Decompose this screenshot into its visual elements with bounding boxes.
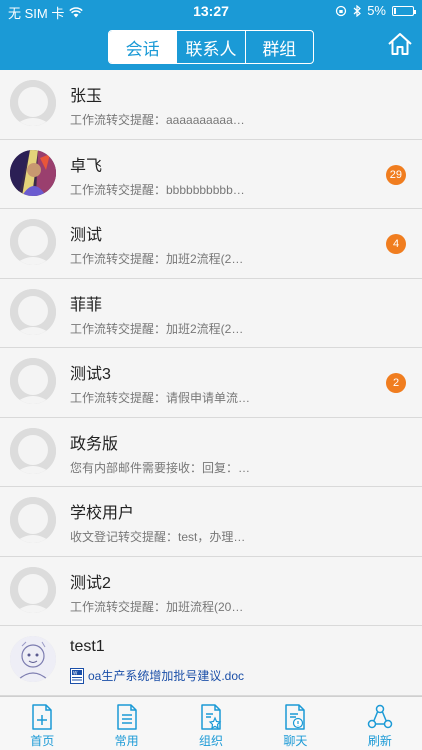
conversation-row[interactable]: 菲菲 工作流转交提醒：加班2流程(2… xyxy=(0,278,422,348)
contact-name: 测试3 xyxy=(70,366,111,383)
message-preview: 您有内部邮件需要接收：回复：… xyxy=(70,460,250,475)
segmented-control: 会话 联系人 群组 xyxy=(108,30,314,64)
attachment-filename: oa生产系统增加批号建议.doc xyxy=(88,669,245,683)
avatar-default-icon xyxy=(10,219,56,265)
contact-name: 学校用户 xyxy=(70,505,135,522)
contact-name: 测试2 xyxy=(70,574,111,592)
conversation-row[interactable]: 卓飞 工作流转交提醒：bbbbbbbbbb… 29 xyxy=(0,139,422,209)
attachment-link[interactable]: W oa生产系统增加批号建议.doc xyxy=(70,667,244,684)
conversation-row[interactable]: 政务版 您有内部邮件需要接收：回复：… xyxy=(0,417,422,487)
home-icon[interactable] xyxy=(386,30,414,58)
tab-frequent[interactable]: 常用 xyxy=(84,697,168,750)
tab-contacts[interactable]: 联系人 xyxy=(176,31,244,63)
doc-chat-icon xyxy=(285,704,306,730)
tab-label: 常用 xyxy=(114,734,139,748)
tab-label: 组织 xyxy=(199,734,224,748)
conversation-row[interactable]: 张玉 工作流转交提醒：aaaaaaaaaa… xyxy=(0,70,422,140)
unread-badge: 29 xyxy=(385,164,406,185)
tab-label: 首页 xyxy=(30,734,55,748)
doc-star-icon xyxy=(201,704,222,730)
contact-name: test1 xyxy=(70,638,105,655)
avatar-default-icon xyxy=(10,80,56,126)
tab-conversations[interactable]: 会话 xyxy=(109,31,177,63)
word-document-icon: W xyxy=(70,667,84,684)
battery-percent: 5% xyxy=(367,3,386,18)
avatar-default-icon xyxy=(10,497,56,543)
conversation-row[interactable]: 测试 工作流转交提醒：加班2流程(2… 4 xyxy=(0,209,422,279)
tab-organization[interactable]: 组织 xyxy=(169,697,253,750)
avatar-sketch xyxy=(10,636,56,682)
contact-name: 菲菲 xyxy=(70,296,103,314)
conversation-row[interactable]: 测试3 工作流转交提醒：请假申请单流… 2 xyxy=(0,348,422,418)
conversation-list: 张玉 工作流转交提醒：aaaaaaaaaa… 卓飞 工作流转交提醒：bbbbbb… xyxy=(0,70,422,696)
tab-chat[interactable]: 聊天 xyxy=(253,697,337,750)
avatar-default-icon xyxy=(10,566,56,613)
message-preview: 工作流转交提醒：加班流程(201… xyxy=(70,599,250,614)
avatar-photo xyxy=(10,149,56,196)
unread-badge: 4 xyxy=(386,234,406,254)
avatar-default-icon xyxy=(10,358,56,404)
avatar-default-icon xyxy=(10,427,56,474)
contact-name: 测试 xyxy=(70,227,103,244)
svg-text:W: W xyxy=(73,670,78,676)
orientation-lock-icon xyxy=(336,5,347,16)
avatar-default-icon xyxy=(10,288,56,335)
tab-label: 聊天 xyxy=(283,734,308,748)
status-bar: 无 SIM 卡 13:27 5% xyxy=(0,0,422,22)
bottom-tab-bar: 首页 常用 组织 聊天 刷新 xyxy=(0,696,422,750)
tab-refresh[interactable]: 刷新 xyxy=(338,697,422,750)
message-preview: 工作流转交提醒：请假申请单流… xyxy=(70,391,250,405)
message-preview: 工作流转交提醒：bbbbbbbbbb… xyxy=(70,182,245,197)
status-right: 5% xyxy=(335,3,416,18)
conversation-row[interactable]: test1 W oa生产系统增加批号建议.doc xyxy=(0,626,422,696)
nav-bar: 会话 联系人 群组 xyxy=(0,22,422,70)
tab-label: 刷新 xyxy=(367,734,392,748)
tab-home[interactable]: 首页 xyxy=(0,697,84,750)
refresh-icon xyxy=(367,704,393,729)
message-preview: 收文登记转交提醒：test，办理… xyxy=(70,530,246,544)
message-preview: 工作流转交提醒：加班2流程(2… xyxy=(70,252,244,266)
home-doc-icon xyxy=(32,704,52,730)
conversation-row[interactable]: 学校用户 收文登记转交提醒：test，办理… xyxy=(0,487,422,557)
battery-icon xyxy=(392,5,416,16)
bluetooth-icon xyxy=(353,4,362,17)
contact-name: 张玉 xyxy=(70,88,103,105)
message-preview: 工作流转交提醒：加班2流程(2… xyxy=(70,321,244,336)
doc-list-icon xyxy=(116,704,137,730)
message-preview: 工作流转交提醒：aaaaaaaaaa… xyxy=(70,113,245,127)
unread-badge: 2 xyxy=(386,373,406,393)
contact-name: 政务版 xyxy=(70,435,119,453)
conversation-row[interactable]: 测试2 工作流转交提醒：加班流程(201… xyxy=(0,556,422,626)
tab-groups[interactable]: 群组 xyxy=(244,31,313,63)
contact-name: 卓飞 xyxy=(70,157,103,175)
